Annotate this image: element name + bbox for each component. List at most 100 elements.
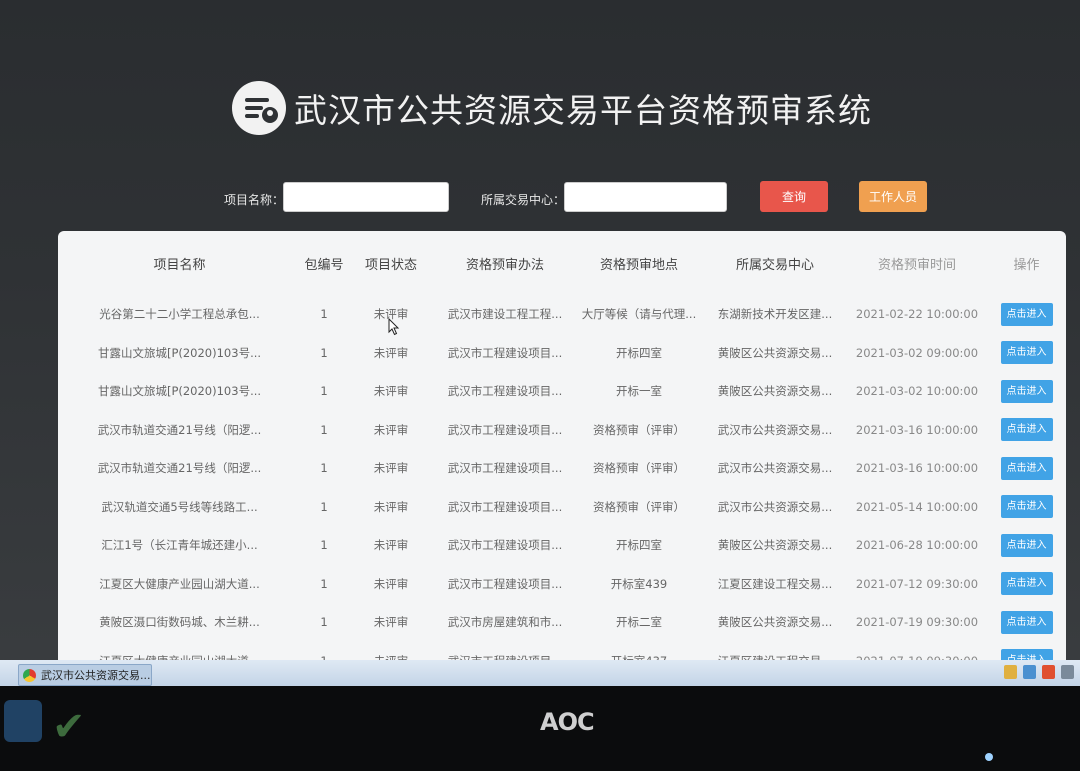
cell-action: 点击进入 bbox=[987, 603, 1066, 642]
system-logo-icon bbox=[232, 81, 286, 135]
results-panel: 项目名称 包编号 项目状态 资格预审办法 资格预审地点 所属交易中心 资格预审时… bbox=[58, 231, 1066, 671]
cell-action: 点击进入 bbox=[987, 334, 1066, 373]
cell-time: 2021-07-12 09:30:00 bbox=[855, 576, 979, 591]
cell-time: 2021-06-28 10:00:00 bbox=[855, 538, 979, 553]
cell-center: 东湖新技术开发区建... bbox=[717, 307, 833, 322]
cell-center: 武汉市公共资源交易... bbox=[717, 461, 833, 476]
staff-button[interactable]: 工作人员 bbox=[859, 181, 927, 212]
cell-time: 2021-07-19 09:30:00 bbox=[855, 615, 979, 630]
taskbar-window-title: 武汉市公共资源交易... bbox=[41, 669, 151, 682]
table-header: 项目名称 包编号 项目状态 资格预审办法 资格预审地点 所属交易中心 资格预审时… bbox=[58, 231, 1066, 295]
cell-status: 未评审 bbox=[373, 384, 409, 399]
cell-place: 资格预审（评审） bbox=[593, 461, 685, 476]
cell-status: 未评审 bbox=[373, 345, 409, 360]
cell-project-name: 光谷第二十二小学工程总承包... bbox=[99, 307, 260, 322]
cell-package-no: 1 bbox=[320, 615, 328, 630]
monitor-brand-logo: AOC bbox=[540, 708, 595, 736]
cell-time: 2021-03-16 10:00:00 bbox=[855, 461, 979, 476]
cell-place: 大厅等候（请与代理... bbox=[581, 307, 697, 322]
cell-time: 2021-02-22 10:00:00 bbox=[855, 307, 979, 322]
chrome-icon bbox=[23, 668, 36, 682]
cell-status: 未评审 bbox=[373, 461, 409, 476]
cell-project-name: 武汉轨道交通5号线等线路工... bbox=[101, 499, 258, 514]
enter-button[interactable]: 点击进入 bbox=[1000, 610, 1053, 634]
cell-method: 武汉市建设工程工程... bbox=[447, 307, 563, 322]
cell-status: 未评审 bbox=[373, 422, 409, 437]
tray-volume-icon[interactable] bbox=[1061, 665, 1074, 679]
cell-place: 资格预审（评审） bbox=[593, 422, 685, 437]
tray-app-icon[interactable] bbox=[1004, 665, 1017, 679]
enter-button[interactable]: 点击进入 bbox=[1000, 379, 1053, 403]
cell-package-no: 1 bbox=[320, 576, 328, 591]
cell-method: 武汉市房屋建筑和市... bbox=[447, 615, 563, 630]
cell-center: 黄陂区公共资源交易... bbox=[717, 384, 833, 399]
table-row: 武汉市轨道交通21号线（阳逻... 1 未评审 武汉市工程建设项目... 资格预… bbox=[58, 411, 1066, 450]
cell-place: 开标四室 bbox=[616, 345, 662, 360]
browser-screen: 武汉市公共资源交易平台资格预审系统 项目名称： 所属交易中心： 查询 工作人员 … bbox=[0, 0, 1080, 686]
table-row: 黄陂区滠口街数码城、木兰耕... 1 未评审 武汉市房屋建筑和市... 开标二室… bbox=[58, 603, 1066, 642]
cell-time: 2021-03-02 10:00:00 bbox=[855, 384, 979, 399]
center-input[interactable] bbox=[564, 182, 727, 212]
cell-center: 黄陂区公共资源交易... bbox=[717, 615, 833, 630]
start-button-icon bbox=[4, 700, 42, 742]
cell-center: 武汉市公共资源交易... bbox=[717, 499, 833, 514]
center-label: 所属交易中心： bbox=[481, 193, 566, 207]
col-center: 所属交易中心 bbox=[735, 257, 814, 273]
cell-action: 点击进入 bbox=[987, 565, 1066, 604]
enter-button[interactable]: 点击进入 bbox=[1000, 533, 1053, 557]
query-button[interactable]: 查询 bbox=[760, 181, 828, 212]
cell-place: 资格预审（评审） bbox=[593, 499, 685, 514]
col-place: 资格预审地点 bbox=[599, 257, 678, 273]
cell-package-no: 1 bbox=[320, 307, 328, 322]
cell-project-name: 甘露山文旅城[P(2020)103号... bbox=[97, 384, 262, 399]
cell-center: 黄陂区公共资源交易... bbox=[717, 538, 833, 553]
cell-package-no: 1 bbox=[320, 422, 328, 437]
table-row: 汇江1号（长江青年城还建小... 1 未评审 武汉市工程建设项目... 开标四室… bbox=[58, 526, 1066, 565]
table-row: 武汉市轨道交通21号线（阳逻... 1 未评审 武汉市工程建设项目... 资格预… bbox=[58, 449, 1066, 488]
cell-place: 开标四室 bbox=[616, 538, 662, 553]
cell-status: 未评审 bbox=[373, 615, 409, 630]
tray-shield-icon[interactable] bbox=[1023, 665, 1036, 679]
col-time: 资格预审时间 bbox=[877, 257, 956, 273]
cell-method: 武汉市工程建设项目... bbox=[447, 461, 563, 476]
cell-place: 开标室439 bbox=[610, 576, 668, 591]
power-indicator-icon bbox=[985, 753, 993, 761]
cell-time: 2021-05-14 10:00:00 bbox=[855, 499, 979, 514]
cell-method: 武汉市工程建设项目... bbox=[447, 422, 563, 437]
cell-action: 点击进入 bbox=[987, 526, 1066, 565]
col-action: 操作 bbox=[1013, 257, 1040, 273]
cell-status: 未评审 bbox=[373, 576, 409, 591]
project-name-label: 项目名称： bbox=[224, 193, 285, 207]
search-bar: 项目名称： 所属交易中心： 查询 工作人员 bbox=[0, 180, 1080, 216]
enter-button[interactable]: 点击进入 bbox=[1000, 302, 1053, 326]
cell-place: 开标二室 bbox=[616, 615, 662, 630]
checkmark-sticker-icon: ✔ bbox=[52, 704, 86, 750]
table-row: 甘露山文旅城[P(2020)103号... 1 未评审 武汉市工程建设项目...… bbox=[58, 372, 1066, 411]
col-method: 资格预审办法 bbox=[465, 257, 544, 273]
tray-antivirus-icon[interactable] bbox=[1042, 665, 1055, 679]
cell-time: 2021-03-16 10:00:00 bbox=[855, 422, 979, 437]
cell-action: 点击进入 bbox=[987, 411, 1066, 450]
taskbar-browser-window[interactable]: 武汉市公共资源交易... bbox=[18, 664, 152, 686]
cell-package-no: 1 bbox=[320, 461, 328, 476]
cell-package-no: 1 bbox=[320, 345, 328, 360]
cell-project-name: 江夏区大健康产业园山湖大道... bbox=[99, 576, 260, 591]
cell-status: 未评审 bbox=[373, 499, 409, 514]
mouse-cursor-icon bbox=[388, 318, 400, 336]
col-status: 项目状态 bbox=[364, 257, 417, 273]
cell-project-name: 汇江1号（长江青年城还建小... bbox=[101, 538, 258, 553]
enter-button[interactable]: 点击进入 bbox=[1000, 572, 1053, 596]
project-name-input[interactable] bbox=[283, 182, 449, 212]
cell-project-name: 黄陂区滠口街数码城、木兰耕... bbox=[99, 615, 260, 630]
cell-method: 武汉市工程建设项目... bbox=[447, 538, 563, 553]
col-package-no: 包编号 bbox=[304, 257, 344, 273]
cell-project-name: 武汉市轨道交通21号线（阳逻... bbox=[97, 461, 262, 476]
enter-button[interactable]: 点击进入 bbox=[1000, 456, 1053, 480]
enter-button[interactable]: 点击进入 bbox=[1000, 341, 1053, 365]
enter-button[interactable]: 点击进入 bbox=[1000, 418, 1053, 442]
enter-button[interactable]: 点击进入 bbox=[1000, 495, 1053, 519]
cell-package-no: 1 bbox=[320, 538, 328, 553]
cell-time: 2021-03-02 09:00:00 bbox=[855, 345, 979, 360]
cell-method: 武汉市工程建设项目... bbox=[447, 345, 563, 360]
table-row: 光谷第二十二小学工程总承包... 1 未评审 武汉市建设工程工程... 大厅等候… bbox=[58, 295, 1066, 334]
